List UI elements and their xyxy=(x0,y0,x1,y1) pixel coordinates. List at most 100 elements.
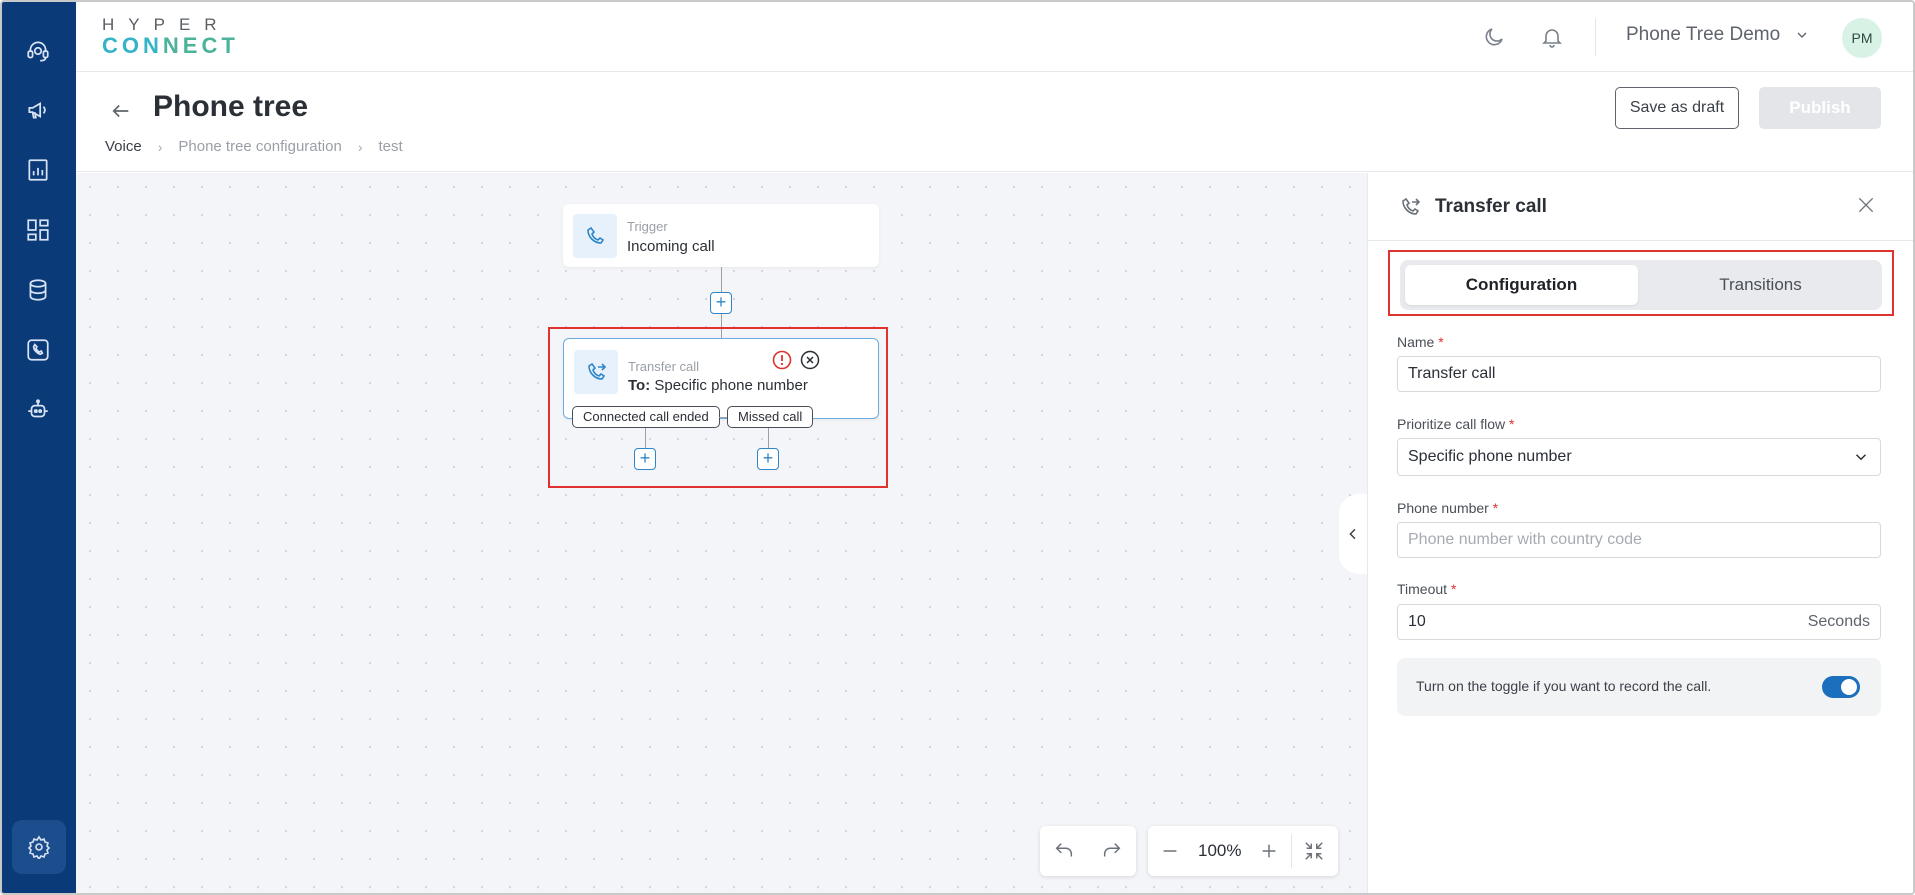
chevron-down-icon xyxy=(1797,32,1807,38)
close-icon xyxy=(1858,197,1874,213)
top-divider xyxy=(1595,18,1596,56)
save-as-draft-button[interactable]: Save as draft xyxy=(1615,87,1739,129)
collapse-panel-button[interactable] xyxy=(1339,494,1367,574)
tab-transitions[interactable]: Transitions xyxy=(1644,265,1877,305)
chevron-down-icon xyxy=(1855,454,1867,461)
record-call-toggle[interactable] xyxy=(1822,676,1860,698)
transfer-node-type: Transfer call xyxy=(628,359,700,374)
panel-tabs: Configuration Transitions xyxy=(1400,260,1882,310)
zoom-in-button[interactable] xyxy=(1247,826,1291,876)
phone-number-label: Phone number * xyxy=(1397,500,1498,516)
breadcrumb-test: test xyxy=(378,138,403,155)
call-flow-label: Prioritize call flow * xyxy=(1397,416,1514,432)
reports-icon[interactable] xyxy=(22,154,54,186)
redo-icon xyxy=(1103,843,1121,857)
minus-icon xyxy=(1163,850,1177,852)
logo[interactable]: HYPER CONNECT xyxy=(102,16,239,58)
dark-mode-moon-icon[interactable] xyxy=(1479,22,1509,52)
publish-button[interactable]: Publish xyxy=(1759,87,1881,129)
phone-number-input[interactable]: Phone number with country code xyxy=(1397,522,1881,558)
chevron-right-icon: › xyxy=(357,138,363,155)
trigger-node-type: Trigger xyxy=(627,219,668,234)
avatar[interactable]: PM xyxy=(1842,18,1882,58)
transition-missed-call[interactable]: Missed call xyxy=(727,406,814,428)
logo-part-a: CON xyxy=(102,33,163,58)
phone-number-label-text: Phone number xyxy=(1397,500,1489,516)
timeout-input[interactable]: 10 Seconds xyxy=(1397,604,1881,640)
connector-line xyxy=(768,428,769,448)
delete-node-icon[interactable] xyxy=(800,350,820,370)
add-step-button[interactable]: + xyxy=(710,292,732,314)
chevron-left-icon xyxy=(1349,528,1356,540)
breadcrumb-voice[interactable]: Voice xyxy=(105,138,142,155)
agent-headset-icon[interactable] xyxy=(22,35,54,67)
properties-panel: Transfer call Configuration Transitions … xyxy=(1367,173,1913,893)
dashboard-grid-icon[interactable] xyxy=(22,214,54,246)
settings-button[interactable] xyxy=(12,820,66,874)
required-marker: * xyxy=(1438,334,1444,350)
zoom-level: 100% xyxy=(1198,841,1242,860)
name-input[interactable]: Transfer call xyxy=(1397,356,1881,392)
call-flow-select[interactable]: Specific phone number xyxy=(1397,438,1881,476)
breadcrumb-phone-tree-configuration[interactable]: Phone tree configuration xyxy=(178,138,341,155)
history-toolbar xyxy=(1040,826,1136,876)
back-button[interactable] xyxy=(106,96,136,126)
undo-icon xyxy=(1055,843,1073,857)
database-icon[interactable] xyxy=(22,274,54,306)
required-marker: * xyxy=(1492,500,1499,516)
flow-canvas[interactable]: Trigger Incoming call + Transfer call To… xyxy=(76,173,1367,893)
call-flow-selected-value: Specific phone number xyxy=(1408,448,1572,465)
phone-icon xyxy=(573,214,617,258)
warning-icon xyxy=(772,350,792,370)
connector-line xyxy=(721,314,722,338)
undo-button[interactable] xyxy=(1040,826,1088,876)
transfer-node-label: To: Specific phone number xyxy=(628,377,808,394)
transition-connected-call-ended[interactable]: Connected call ended xyxy=(572,406,720,428)
page-title: Phone tree xyxy=(153,90,309,123)
collapse-arrows-icon xyxy=(1305,842,1324,860)
phone-icon[interactable] xyxy=(22,334,54,366)
fit-view-button[interactable] xyxy=(1292,826,1336,876)
zoom-toolbar: 100% xyxy=(1148,826,1338,876)
required-marker: * xyxy=(1509,416,1515,432)
trigger-node[interactable]: Trigger Incoming call xyxy=(563,204,879,267)
megaphone-icon[interactable] xyxy=(22,94,54,126)
zoom-out-button[interactable] xyxy=(1148,826,1192,876)
connector-line xyxy=(721,267,722,292)
timeout-label-text: Timeout xyxy=(1397,581,1448,597)
add-step-button[interactable]: + xyxy=(634,448,656,470)
plus-icon xyxy=(1263,844,1276,858)
arrow-left-icon xyxy=(112,104,129,118)
connector-line xyxy=(719,417,727,418)
add-step-button[interactable]: + xyxy=(757,448,779,470)
record-call-box: Turn on the toggle if you want to record… xyxy=(1397,658,1881,716)
logo-top-text: HYPER xyxy=(102,15,231,34)
page-header: Phone tree Voice › Phone tree configurat… xyxy=(76,72,1913,172)
workspace-name: Phone Tree Demo xyxy=(1626,24,1781,45)
close-panel-button[interactable] xyxy=(1856,195,1880,219)
trigger-node-label: Incoming call xyxy=(627,238,715,255)
top-bar: HYPER CONNECT Phone Tree Demo PM xyxy=(76,2,1913,72)
redo-button[interactable] xyxy=(1088,826,1136,876)
tab-configuration[interactable]: Configuration xyxy=(1405,265,1638,305)
workspace-selector[interactable]: Phone Tree Demo xyxy=(1626,24,1810,46)
name-label: Name * xyxy=(1397,334,1444,350)
phone-transfer-icon xyxy=(574,350,618,394)
timeout-unit: Seconds xyxy=(1807,613,1870,630)
bot-icon[interactable] xyxy=(22,394,54,426)
logo-part-b: NECT xyxy=(162,33,239,58)
panel-header: Transfer call xyxy=(1368,173,1913,241)
notifications-bell-icon[interactable] xyxy=(1537,22,1567,52)
breadcrumb: Voice › Phone tree configuration › test xyxy=(105,138,403,155)
name-label-text: Name xyxy=(1397,334,1435,350)
app-window: HYPER CONNECT Phone Tree Demo PM Phone t… xyxy=(0,0,1915,895)
timeout-value: 10 xyxy=(1408,613,1426,630)
chevron-right-icon: › xyxy=(157,138,163,155)
timeout-label: Timeout * xyxy=(1397,581,1456,597)
transfer-node-prefix: To: xyxy=(628,377,651,394)
transfer-node-value: Specific phone number xyxy=(654,377,808,394)
sidebar xyxy=(2,2,76,893)
panel-title: Transfer call xyxy=(1435,196,1547,217)
name-input-value: Transfer call xyxy=(1408,365,1496,382)
required-marker: * xyxy=(1450,581,1457,597)
